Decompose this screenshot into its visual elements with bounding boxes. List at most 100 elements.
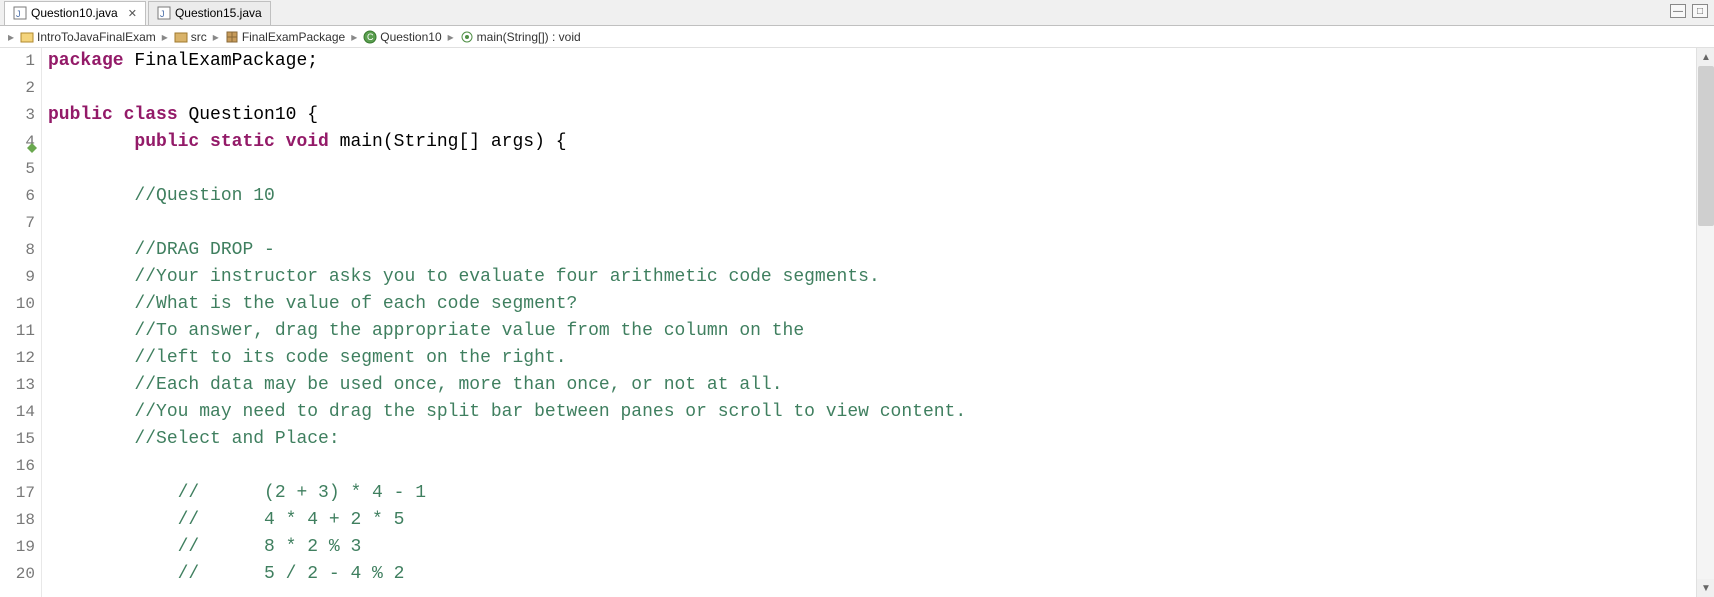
- text-token: [48, 564, 178, 584]
- java-file-icon: J: [13, 6, 27, 20]
- line-number: 14: [0, 399, 35, 426]
- line-number: 17: [0, 480, 35, 507]
- scroll-down-button[interactable]: ▼: [1697, 579, 1714, 597]
- code-line[interactable]: public class Question10 {: [48, 102, 1696, 129]
- scroll-up-button[interactable]: ▲: [1697, 48, 1714, 66]
- code-line[interactable]: public static void main(String[] args) {: [48, 129, 1696, 156]
- comment-token: // (2 + 3) * 4 - 1: [178, 483, 426, 503]
- svg-text:J: J: [160, 9, 165, 19]
- code-line[interactable]: [48, 210, 1696, 237]
- text-token: [48, 294, 134, 314]
- comment-token: // 4 * 4 + 2 * 5: [178, 510, 405, 530]
- vertical-scrollbar[interactable]: ▲ ▼: [1696, 48, 1714, 597]
- code-line[interactable]: //You may need to drag the split bar bet…: [48, 399, 1696, 426]
- text-token: [48, 402, 134, 422]
- line-number-gutter: 1234567891011121314151617181920: [0, 48, 42, 597]
- maximize-button[interactable]: □: [1692, 4, 1708, 18]
- chevron-right-icon: ▸: [211, 30, 221, 44]
- line-number: 8: [0, 237, 35, 264]
- method-icon: [460, 30, 474, 44]
- package-icon: [225, 30, 239, 44]
- code-line[interactable]: //To answer, drag the appropriate value …: [48, 318, 1696, 345]
- java-file-icon: J: [157, 6, 171, 20]
- breadcrumb-class[interactable]: C Question10: [363, 30, 441, 44]
- code-line[interactable]: //left to its code segment on the right.: [48, 345, 1696, 372]
- text-token: [48, 483, 178, 503]
- keyword-token: package: [48, 51, 134, 71]
- chevron-right-icon: ▸: [6, 30, 16, 44]
- keyword-token: public class: [48, 105, 188, 125]
- text-token: FinalExamPackage;: [134, 51, 318, 71]
- tab-question10[interactable]: J Question10.java ✕: [4, 1, 146, 25]
- svg-text:C: C: [367, 32, 374, 42]
- comment-token: //To answer, drag the appropriate value …: [134, 321, 804, 341]
- code-line[interactable]: // 4 * 4 + 2 * 5: [48, 507, 1696, 534]
- breadcrumb-label: Question10: [380, 30, 441, 44]
- editor-tab-bar: J Question10.java ✕ J Question15.java — …: [0, 0, 1714, 26]
- text-token: [48, 132, 134, 152]
- code-line[interactable]: // 5 / 2 - 4 % 2: [48, 561, 1696, 588]
- comment-token: //Select and Place:: [134, 429, 339, 449]
- source-folder-icon: [174, 30, 188, 44]
- line-number: 1: [0, 48, 35, 75]
- line-number: 9: [0, 264, 35, 291]
- line-number: 19: [0, 534, 35, 561]
- code-line[interactable]: [48, 156, 1696, 183]
- line-number: 10: [0, 291, 35, 318]
- comment-token: //What is the value of each code segment…: [134, 294, 577, 314]
- breadcrumb-src[interactable]: src: [174, 30, 207, 44]
- code-line[interactable]: //Your instructor asks you to evaluate f…: [48, 264, 1696, 291]
- code-area[interactable]: package FinalExamPackage; public class Qu…: [42, 48, 1696, 597]
- override-marker-icon: [27, 136, 37, 146]
- line-number: 16: [0, 453, 35, 480]
- tab-label: Question15.java: [175, 6, 262, 20]
- editor-window-controls: — □: [1670, 4, 1708, 18]
- text-token: [48, 240, 134, 260]
- scroll-thumb[interactable]: [1698, 66, 1714, 226]
- breadcrumb-label: FinalExamPackage: [242, 30, 345, 44]
- line-number: 18: [0, 507, 35, 534]
- code-line[interactable]: //What is the value of each code segment…: [48, 291, 1696, 318]
- minimize-button[interactable]: —: [1670, 4, 1686, 18]
- line-number: 11: [0, 318, 35, 345]
- comment-token: // 5 / 2 - 4 % 2: [178, 564, 405, 584]
- line-number: 3: [0, 102, 35, 129]
- text-token: [48, 321, 134, 341]
- code-line[interactable]: //DRAG DROP -: [48, 237, 1696, 264]
- chevron-right-icon: ▸: [446, 30, 456, 44]
- code-line[interactable]: [48, 453, 1696, 480]
- text-token: [48, 348, 134, 368]
- breadcrumb-package[interactable]: FinalExamPackage: [225, 30, 345, 44]
- code-line[interactable]: //Select and Place:: [48, 426, 1696, 453]
- text-token: [48, 429, 134, 449]
- chevron-right-icon: ▸: [160, 30, 170, 44]
- comment-token: // 8 * 2 % 3: [178, 537, 362, 557]
- code-line[interactable]: // (2 + 3) * 4 - 1: [48, 480, 1696, 507]
- line-number: 7: [0, 210, 35, 237]
- tab-close-icon[interactable]: ✕: [128, 7, 137, 20]
- comment-token: //Each data may be used once, more than …: [134, 375, 782, 395]
- code-line[interactable]: //Each data may be used once, more than …: [48, 372, 1696, 399]
- text-token: [48, 186, 134, 206]
- comment-token: //DRAG DROP -: [134, 240, 274, 260]
- line-number: 15: [0, 426, 35, 453]
- line-number: 20: [0, 561, 35, 588]
- code-line[interactable]: //Question 10: [48, 183, 1696, 210]
- breadcrumb-project[interactable]: IntroToJavaFinalExam: [20, 30, 156, 44]
- text-token: Question10 {: [188, 105, 318, 125]
- line-number: 5: [0, 156, 35, 183]
- text-token: [48, 267, 134, 287]
- svg-text:J: J: [16, 9, 21, 19]
- code-editor[interactable]: 1234567891011121314151617181920 package …: [0, 48, 1714, 597]
- comment-token: //left to its code segment on the right.: [134, 348, 566, 368]
- breadcrumb-method[interactable]: main(String[]) : void: [460, 30, 581, 44]
- code-line[interactable]: // 8 * 2 % 3: [48, 534, 1696, 561]
- line-number: 2: [0, 75, 35, 102]
- chevron-right-icon: ▸: [349, 30, 359, 44]
- breadcrumb-label: IntroToJavaFinalExam: [37, 30, 156, 44]
- text-token: [48, 510, 178, 530]
- code-line[interactable]: package FinalExamPackage;: [48, 48, 1696, 75]
- text-token: main(String[] args) {: [340, 132, 567, 152]
- code-line[interactable]: [48, 75, 1696, 102]
- tab-question15[interactable]: J Question15.java: [148, 1, 271, 25]
